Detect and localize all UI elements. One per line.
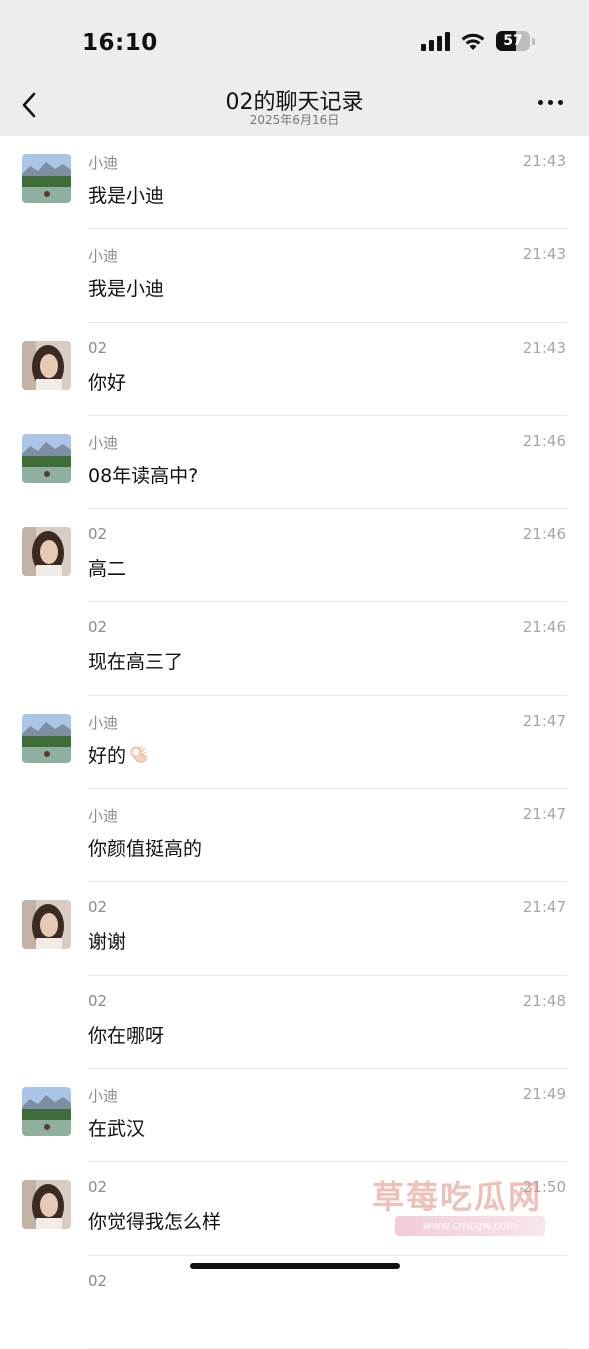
battery-icon: 57 <box>496 31 530 51</box>
more-dot-icon <box>548 100 553 105</box>
landscape-avatar[interactable] <box>22 433 71 483</box>
home-indicator[interactable] <box>190 1263 400 1269</box>
message-text-block: 你颜值挺高的 <box>88 834 202 861</box>
message-time: 21:43 <box>522 338 566 357</box>
message-text-block: 好的 <box>88 741 150 770</box>
landscape-avatar[interactable] <box>22 154 71 203</box>
status-icons: 57 <box>421 31 535 51</box>
message-text: 谢谢 <box>88 931 127 954</box>
page-subtitle-date: 2025年6月16日 <box>249 113 340 127</box>
message-text: 你颜值挺高的 <box>88 838 203 861</box>
message-time: 21:43 <box>522 245 566 264</box>
message-sender: 小迪 <box>88 807 119 826</box>
portrait-avatar[interactable] <box>22 1180 71 1230</box>
message-text-block: 你在哪呀 <box>88 1021 164 1048</box>
chat-message-row[interactable]: 02 <box>0 1256 589 1349</box>
message-text: 你觉得我怎么样 <box>88 1211 222 1234</box>
portrait-avatar[interactable] <box>22 340 71 390</box>
chat-message-row[interactable]: 02 21:47 谢谢 <box>0 882 589 976</box>
message-text-block: 你好 <box>88 368 126 395</box>
wifi-icon <box>460 31 486 51</box>
message-text: 08年读高中? <box>88 464 199 487</box>
status-time: 16:10 <box>82 30 158 56</box>
portrait-avatar[interactable] <box>22 900 71 950</box>
message-time: 21:46 <box>522 618 566 637</box>
chat-message-row[interactable]: 小迪 21:47 你颜值挺高的 <box>0 789 589 883</box>
message-sender: 小迪 <box>88 154 119 172</box>
more-options-button[interactable] <box>538 100 563 105</box>
message-sender: 小迪 <box>88 1086 119 1105</box>
message-text-block: 你觉得我怎么样 <box>88 1207 221 1234</box>
message-sender: 02 <box>88 898 108 917</box>
message-time: 21:47 <box>522 711 566 730</box>
chat-message-row[interactable]: 02 21:46 高二 <box>0 509 589 603</box>
message-text: 高二 <box>88 558 127 581</box>
message-sender: 小迪 <box>88 247 119 266</box>
message-text-block: 谢谢 <box>88 927 126 954</box>
portrait-avatar[interactable] <box>22 527 71 577</box>
message-text: 我是小迪 <box>88 185 165 207</box>
watermark-text: 草莓吃瓜网 <box>372 1178 543 1216</box>
message-sender: 小迪 <box>88 433 119 452</box>
message-text: 现在高三了 <box>88 651 184 674</box>
message-text-block: 我是小迪 <box>88 181 164 208</box>
chat-message-row[interactable]: 小迪 21:43 我是小迪 <box>0 136 589 230</box>
chat-message-row[interactable]: 小迪 21:46 08年读高中? <box>0 416 589 510</box>
landscape-avatar[interactable] <box>22 713 71 763</box>
message-time: 21:49 <box>522 1084 566 1103</box>
message-sender: 02 <box>88 1178 108 1197</box>
message-text: 你好 <box>88 371 127 394</box>
message-text-block: 现在高三了 <box>88 647 183 674</box>
landscape-avatar[interactable] <box>22 1086 71 1136</box>
message-text-block: 我是小迪 <box>88 274 164 301</box>
watermark-url: www.cmcgw.com <box>395 1216 545 1236</box>
more-dot-icon <box>558 100 563 105</box>
chat-message-row[interactable]: 小迪 21:47 好的 <box>0 696 589 790</box>
battery-level: 57 <box>503 33 523 49</box>
navigation-header: 16:10 57 02的聊天记录 2025年6月16日 <box>0 0 589 136</box>
message-time: 21:46 <box>522 525 566 544</box>
message-time: 21:48 <box>522 991 566 1010</box>
chat-record-list: 小迪 21:43 我是小迪 小迪 21:43 我是小迪 02 21:43 你好 小迪 21:46 08… <box>0 136 589 1349</box>
chat-message-row[interactable]: 02 21:46 现在高三了 <box>0 602 589 696</box>
message-time: 21:47 <box>522 805 566 824</box>
message-time: 21:47 <box>522 898 566 917</box>
battery-tip <box>532 37 535 45</box>
message-text-block: 08年读高中? <box>88 461 198 488</box>
message-sender: 小迪 <box>88 713 119 732</box>
cellular-signal-icon <box>421 31 450 51</box>
message-text: 我是小迪 <box>88 278 165 301</box>
message-sender: 02 <box>88 338 108 357</box>
chat-message-row[interactable]: 小迪 21:49 在武汉 <box>0 1069 589 1163</box>
more-dot-icon <box>538 100 543 105</box>
message-time: 21:43 <box>522 152 566 170</box>
message-text: 你在哪呀 <box>88 1024 165 1047</box>
chat-message-row[interactable]: 小迪 21:43 我是小迪 <box>0 229 589 323</box>
message-text-block: 在武汉 <box>88 1114 145 1141</box>
message-sender: 02 <box>88 525 108 544</box>
message-text: 在武汉 <box>88 1117 146 1140</box>
message-time: 21:46 <box>522 431 566 450</box>
chat-message-row[interactable]: 02 21:43 你好 <box>0 323 589 416</box>
message-sender: 02 <box>88 618 108 637</box>
ok-hand-emoji <box>128 743 150 770</box>
message-text-block: 高二 <box>88 554 126 581</box>
message-text: 好的 <box>88 744 127 767</box>
message-sender: 02 <box>88 1271 108 1290</box>
message-sender: 02 <box>88 991 108 1010</box>
chat-message-row[interactable]: 02 21:48 你在哪呀 <box>0 976 589 1069</box>
